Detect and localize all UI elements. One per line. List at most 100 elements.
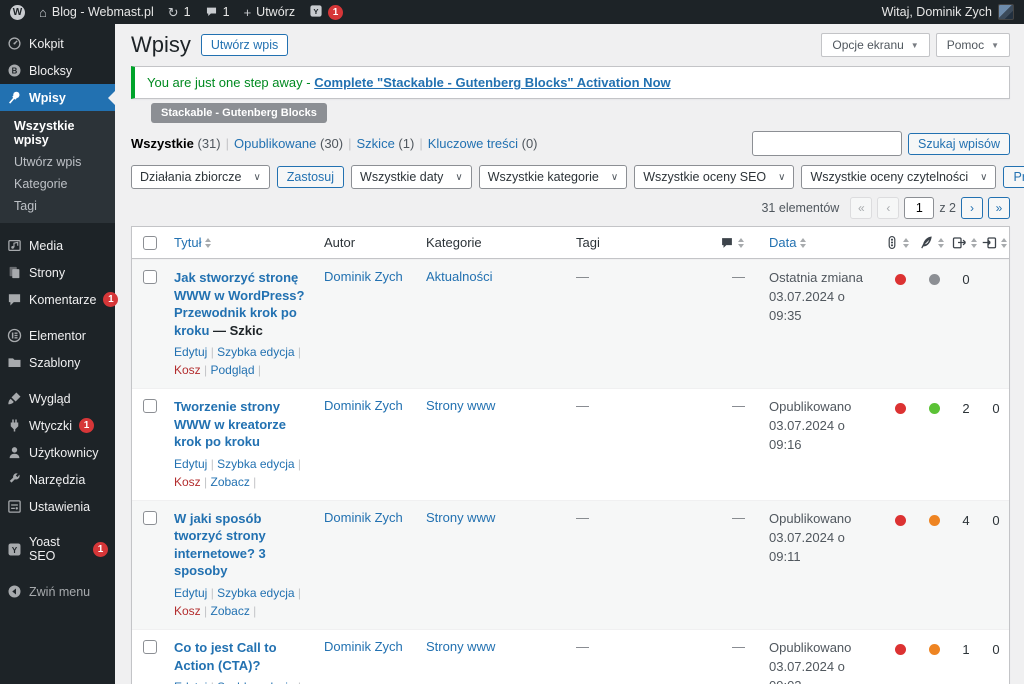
view-filter-szkice[interactable]: Szkice (1) (357, 136, 415, 151)
wordpress-logo-icon[interactable]: W (10, 4, 25, 20)
view-filters: Wszystkie (31) | Opublikowane (30) | Szkice … (131, 136, 538, 151)
view-filter-wszystkie[interactable]: Wszystkie (31) (131, 136, 221, 151)
sidebar-item-szablony[interactable]: Szablony (0, 349, 115, 376)
row-action-szybka-edycja[interactable]: Szybka edycja (217, 345, 294, 359)
seo-score-dot (894, 403, 906, 415)
category-link[interactable]: Strony www (426, 510, 495, 525)
incoming-links-icon (982, 235, 997, 250)
prev-page-button[interactable]: ‹ (877, 197, 900, 219)
search-input[interactable] (752, 131, 903, 156)
sort-title-header[interactable]: Tytuł (174, 235, 201, 250)
elementor-icon (7, 328, 22, 343)
row-checkbox[interactable] (143, 510, 157, 525)
row-actions: Edytuj | Szybka edycja | Kosz | Zobacz | (174, 678, 312, 684)
avatar[interactable] (998, 4, 1014, 20)
row-action-edytuj[interactable]: Edytuj (174, 680, 207, 684)
sidebar-subitem-kategorie[interactable]: Kategorie (0, 173, 115, 195)
row-action-edytuj[interactable]: Edytuj (174, 345, 207, 359)
sidebar-item-ustawienia[interactable]: Ustawienia (0, 493, 115, 520)
account-link[interactable]: Witaj, Dominik Zych (882, 5, 992, 19)
view-filter-opublikowane[interactable]: Opublikowane (30) (234, 136, 343, 151)
sidebar-item-kokpit[interactable]: Kokpit (0, 30, 115, 57)
users-icon (7, 445, 22, 460)
last-page-button[interactable]: » (988, 197, 1010, 219)
row-action-edytuj[interactable]: Edytuj (174, 457, 207, 471)
add-post-button[interactable]: Utwórz wpis (200, 34, 289, 56)
readability-header[interactable] (917, 227, 951, 258)
sidebar-item-u-ytkownicy[interactable]: Użytkownicy (0, 439, 115, 466)
row-action-zobacz[interactable]: Zobacz (210, 475, 249, 489)
row-action-zobacz[interactable]: Zobacz (210, 604, 249, 618)
sidebar-subitem-wszystkie-wpisy[interactable]: Wszystkie wpisy (0, 115, 115, 151)
bulk-actions-label: Działania zbiorcze (140, 170, 242, 184)
new-content-link[interactable]: + Utwórz (244, 5, 296, 19)
activation-link[interactable]: Complete "Stackable - Gutenberg Blocks" … (314, 75, 670, 90)
bulk-actions-select[interactable]: Działania zbiorcze ∨ (131, 165, 270, 189)
filter-button[interactable]: Przefiltruj (1003, 166, 1024, 188)
row-checkbox[interactable] (143, 640, 157, 655)
dates-select[interactable]: Wszystkie daty ∨ (351, 165, 472, 189)
row-action-kosz[interactable]: Kosz (174, 604, 201, 618)
current-page-input[interactable] (904, 197, 935, 219)
view-filter-kluczowe-tre-ci[interactable]: Kluczowe treści (0) (428, 136, 538, 151)
items-count: 31 elementów (761, 201, 840, 215)
post-title-link[interactable]: W jaki sposób tworzyć strony internetowe… (174, 511, 266, 579)
sidebar-item-media[interactable]: Media (0, 232, 115, 259)
category-link[interactable]: Strony www (426, 639, 495, 654)
apply-button[interactable]: Zastosuj (276, 166, 345, 188)
sort-date-header[interactable]: Data (769, 235, 796, 250)
outgoing-links-header[interactable] (951, 227, 981, 258)
row-action-szybka-edycja[interactable]: Szybka edycja (217, 586, 294, 600)
author-link[interactable]: Dominik Zych (324, 398, 403, 413)
sidebar-submenu: Wszystkie wpisy Utwórz wpis Kategorie Tagi (0, 111, 115, 223)
comments-cell: — (732, 398, 745, 414)
row-action-edytuj[interactable]: Edytuj (174, 586, 207, 600)
yoast-adminbar-link[interactable]: Y 1 (309, 4, 344, 20)
sidebar-item-elementor[interactable]: Elementor (0, 322, 115, 349)
sidebar-subitem-tagi[interactable]: Tagi (0, 195, 115, 217)
post-title-link[interactable]: Tworzenie strony WWW w kreatorze krok po… (174, 399, 286, 449)
author-link[interactable]: Dominik Zych (324, 639, 403, 654)
updates-link[interactable]: ↻ 1 (168, 5, 191, 19)
seo-filter-select[interactable]: Wszystkie oceny SEO ∨ (634, 165, 795, 189)
sidebar-item-strony[interactable]: Strony (0, 259, 115, 286)
table-row: Jak stworzyć stronę WWW w WordPress? Prz… (132, 259, 1009, 389)
row-action-szybka-edycja[interactable]: Szybka edycja (217, 457, 294, 471)
select-all-checkbox[interactable] (143, 235, 157, 250)
comments-link[interactable]: 1 (205, 5, 230, 20)
sidebar-item-komentarze[interactable]: Komentarze 1 (0, 286, 119, 313)
row-action-kosz[interactable]: Kosz (174, 475, 201, 489)
author-link[interactable]: Dominik Zych (324, 510, 403, 525)
sidebar-subitem-utw-rz-wpis[interactable]: Utwórz wpis (0, 151, 115, 173)
row-action-kosz[interactable]: Kosz (174, 363, 201, 377)
sidebar-item-narz-dzia[interactable]: Narzędzia (0, 466, 115, 493)
sidebar-item-blocksy[interactable]: B Blocksy (0, 57, 115, 84)
category-link[interactable]: Strony www (426, 398, 495, 413)
sidebar-item-wpisy[interactable]: Wpisy (0, 84, 115, 111)
help-button[interactable]: Pomoc ▼ (935, 33, 1010, 57)
site-link[interactable]: ⌂ Blog - Webmast.pl (39, 5, 154, 19)
readability-filter-select[interactable]: Wszystkie oceny czytelności ∨ (801, 165, 997, 189)
categories-select[interactable]: Wszystkie kategorie ∨ (478, 165, 628, 189)
post-title-link[interactable]: Co to jest Call to Action (CTA)? (174, 640, 277, 673)
sidebar-item-wygl-d[interactable]: Wygląd (0, 385, 115, 412)
incoming-links-count: 0 (992, 642, 1000, 658)
seo-score-header[interactable] (883, 227, 917, 258)
row-checkbox[interactable] (143, 270, 157, 284)
next-page-button[interactable]: › (961, 197, 983, 219)
readability-feather-icon (919, 235, 934, 250)
first-page-button[interactable]: « (850, 197, 873, 219)
sidebar-item-zwi-menu[interactable]: Zwiń menu (0, 578, 115, 605)
sidebar-item-yoast-seo[interactable]: Y Yoast SEO 1 (0, 529, 115, 569)
category-link[interactable]: Aktualności (426, 269, 492, 284)
row-actions: Edytuj | Szybka edycja | Kosz | Podgląd … (174, 345, 301, 378)
search-button[interactable]: Szukaj wpisów (908, 132, 1010, 155)
comments-header[interactable] (714, 227, 763, 258)
incoming-links-header[interactable] (981, 227, 1011, 258)
row-checkbox[interactable] (143, 399, 157, 414)
sidebar-item-wtyczki[interactable]: Wtyczki 1 (0, 412, 115, 439)
screen-options-button[interactable]: Opcje ekranu ▼ (821, 33, 930, 57)
row-action-podgl-d[interactable]: Podgląd (210, 363, 254, 377)
row-action-szybka-edycja[interactable]: Szybka edycja (217, 680, 294, 684)
author-link[interactable]: Dominik Zych (324, 269, 403, 284)
